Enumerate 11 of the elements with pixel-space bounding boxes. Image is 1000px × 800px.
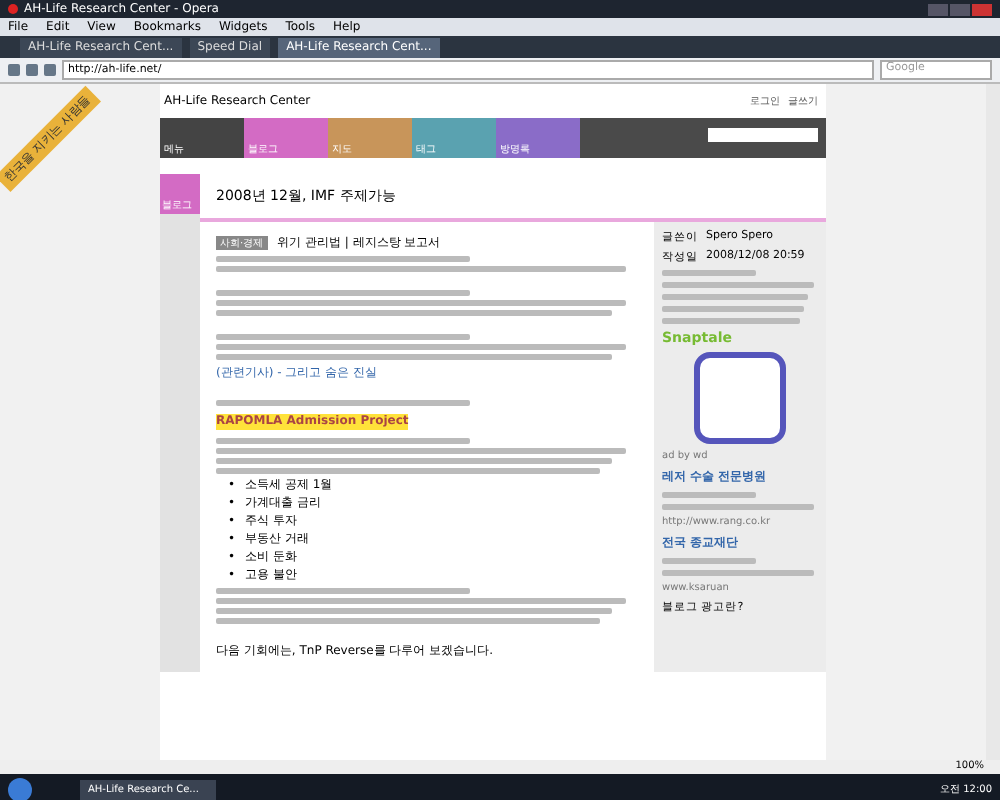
site-search-field[interactable] xyxy=(708,128,818,142)
start-icon[interactable] xyxy=(8,777,32,800)
browser-logo-icon xyxy=(8,4,18,14)
text-line xyxy=(662,492,756,498)
text-line xyxy=(662,306,804,312)
close-icon[interactable] xyxy=(972,3,992,15)
badge-drawing[interactable] xyxy=(694,352,786,444)
text-line xyxy=(662,270,756,276)
text-line xyxy=(662,558,756,564)
scrollbar[interactable] xyxy=(986,84,1000,760)
text-line xyxy=(662,318,800,324)
